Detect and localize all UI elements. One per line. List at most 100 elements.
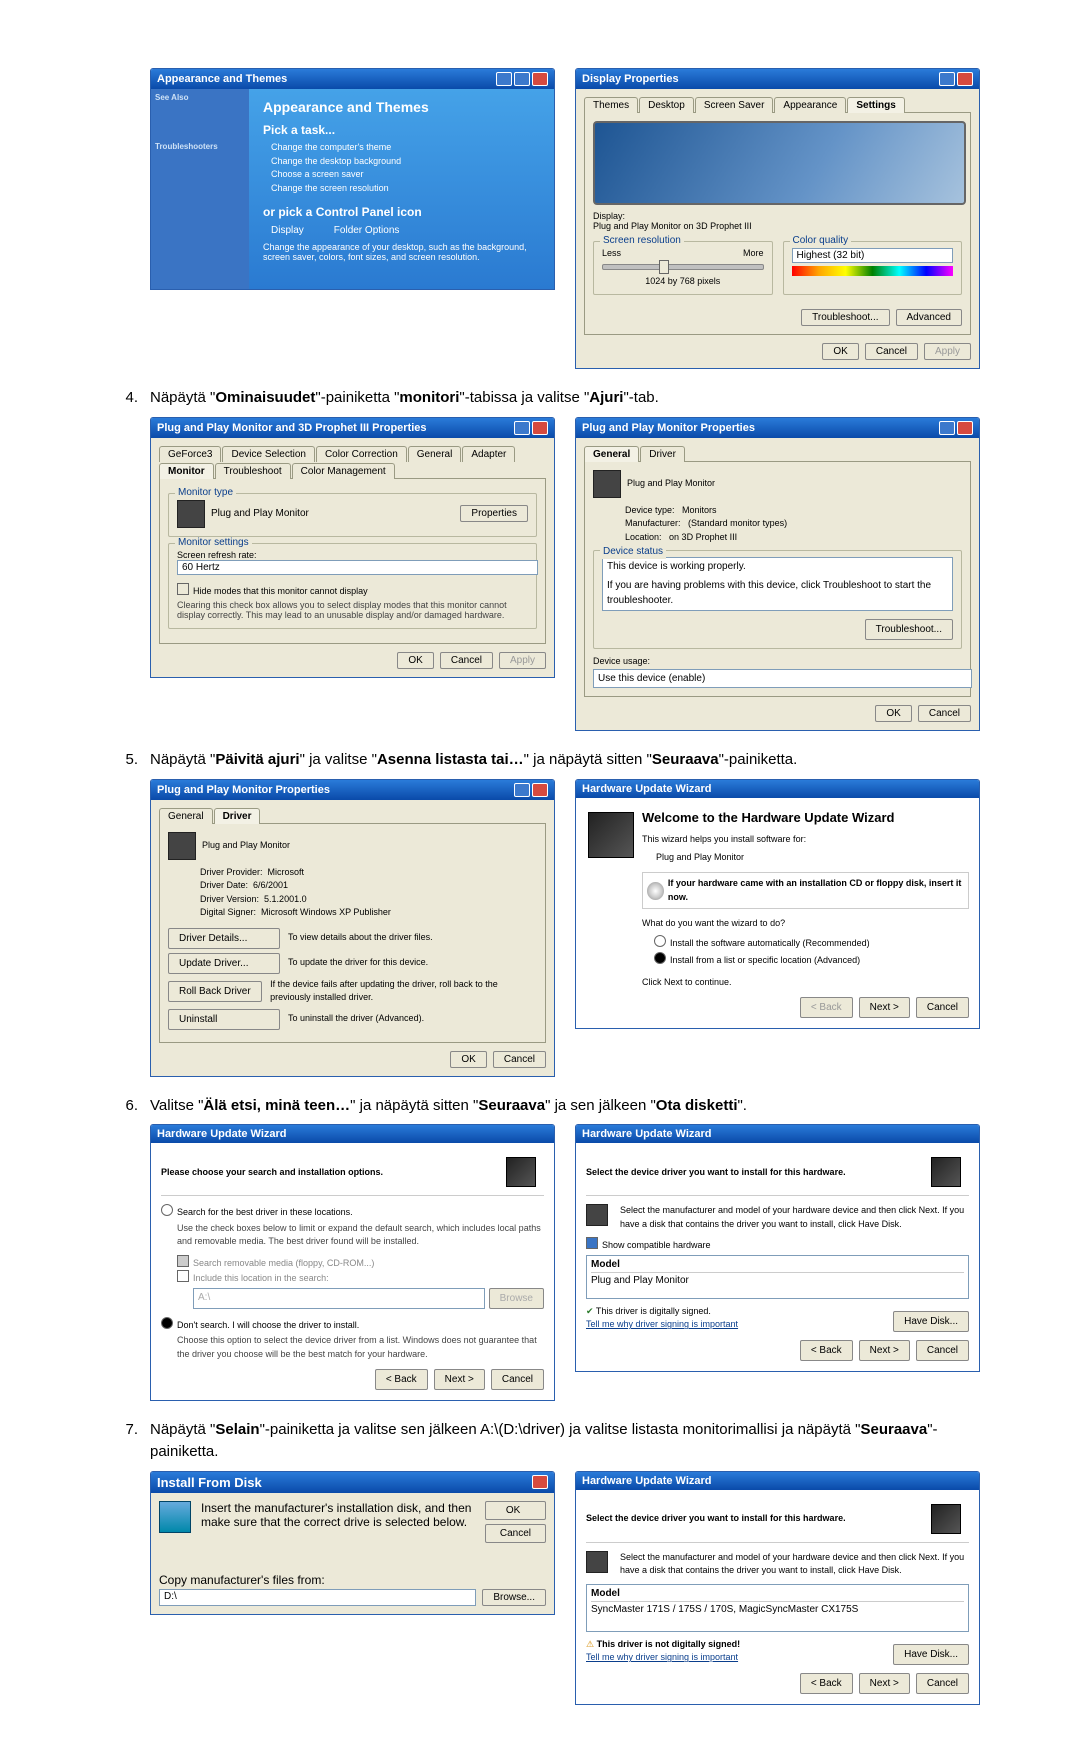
color-quality-select[interactable]: Highest (32 bit)	[792, 248, 954, 263]
why-link[interactable]: Tell me why driver signing is important	[586, 1652, 738, 1662]
browse-button[interactable]: Browse...	[482, 1589, 546, 1606]
back-button[interactable]: < Back	[375, 1369, 428, 1390]
column-header: Model	[591, 1257, 964, 1273]
troubleshoot-button[interactable]: Troubleshoot...	[865, 619, 953, 640]
label: Manufacturer:	[625, 518, 681, 528]
tab[interactable]: Color Correction	[316, 446, 407, 462]
cancel-button[interactable]: Cancel	[916, 997, 969, 1018]
apply-button[interactable]: Apply	[924, 343, 971, 360]
tab-themes[interactable]: Themes	[584, 97, 638, 113]
have-disk-button[interactable]: Have Disk...	[893, 1311, 969, 1332]
monitor-icon	[586, 1551, 608, 1573]
advanced-button[interactable]: Advanced	[896, 309, 962, 326]
radio-search[interactable]	[161, 1204, 173, 1216]
tab-driver[interactable]: Driver	[214, 808, 261, 824]
cd-icon	[647, 882, 664, 900]
column-header: Model	[591, 1586, 964, 1602]
refresh-select[interactable]: 60 Hertz	[177, 560, 538, 575]
troubleshoot-button[interactable]: Troubleshoot...	[801, 309, 889, 326]
tab[interactable]: General	[408, 446, 462, 462]
list-item[interactable]: SyncMaster 171S / 175S / 170S, MagicSync…	[591, 1602, 964, 1617]
path-select[interactable]: D:\	[159, 1589, 476, 1606]
tab[interactable]: Troubleshoot	[215, 463, 291, 479]
help-icon[interactable]	[939, 72, 955, 86]
tab[interactable]: Adapter	[462, 446, 515, 462]
driver-details-button[interactable]: Driver Details...	[168, 928, 280, 949]
display-icon[interactable]: Display	[271, 225, 304, 236]
close-icon[interactable]	[532, 421, 548, 435]
back-button[interactable]: < Back	[800, 1340, 853, 1361]
close-icon[interactable]	[957, 421, 973, 435]
check-label: Show compatible hardware	[602, 1240, 711, 1250]
usage-label: Device usage:	[593, 655, 962, 669]
cancel-button[interactable]: Cancel	[865, 343, 918, 360]
model-list[interactable]: Model SyncMaster 171S / 175S / 170S, Mag…	[586, 1584, 969, 1632]
show-compatible-checkbox[interactable]	[586, 1237, 598, 1249]
usage-select[interactable]: Use this device (enable)	[593, 669, 972, 688]
list-item[interactable]: Plug and Play Monitor	[591, 1273, 964, 1288]
tab-appearance[interactable]: Appearance	[774, 97, 846, 113]
label: Device type:	[625, 505, 675, 515]
cancel-button[interactable]: Cancel	[491, 1369, 544, 1390]
next-button[interactable]: Next >	[859, 1340, 910, 1361]
hide-modes-checkbox[interactable]	[177, 583, 189, 595]
properties-button[interactable]: Properties	[460, 505, 528, 522]
tab-monitor[interactable]: Monitor	[159, 463, 214, 479]
radio-auto[interactable]	[654, 935, 666, 947]
model-list[interactable]: Model Plug and Play Monitor	[586, 1255, 969, 1299]
have-disk-button[interactable]: Have Disk...	[893, 1644, 969, 1665]
radio-list[interactable]	[654, 952, 666, 964]
close-icon[interactable]	[532, 72, 548, 86]
apply-button[interactable]: Apply	[499, 652, 546, 669]
next-button[interactable]: Next >	[859, 1673, 910, 1694]
cancel-button[interactable]: Cancel	[918, 705, 971, 722]
tab[interactable]: GeForce3	[159, 446, 221, 462]
tab-general[interactable]: General	[159, 808, 213, 824]
task-link[interactable]: Change the desktop background	[271, 155, 540, 169]
why-link[interactable]: Tell me why driver signing is important	[586, 1319, 738, 1329]
next-button[interactable]: Next >	[859, 997, 910, 1018]
ok-button[interactable]: OK	[485, 1501, 546, 1520]
tab-settings[interactable]: Settings	[847, 97, 904, 113]
option: Search for the best driver in these loca…	[177, 1207, 353, 1217]
minimize-icon[interactable]	[496, 72, 512, 86]
tab-driver[interactable]: Driver	[640, 446, 685, 462]
radio-nosearch[interactable]	[161, 1317, 173, 1329]
cancel-button[interactable]: Cancel	[493, 1051, 546, 1068]
maximize-icon[interactable]	[514, 72, 530, 86]
wizard-heading: Welcome to the Hardware Update Wizard	[642, 808, 969, 828]
tab-desktop[interactable]: Desktop	[639, 97, 694, 113]
back-button[interactable]: < Back	[800, 997, 853, 1018]
tab[interactable]: Color Management	[292, 463, 395, 479]
cancel-button[interactable]: Cancel	[916, 1673, 969, 1694]
task-link[interactable]: Change the computer's theme	[271, 141, 540, 155]
close-icon[interactable]	[957, 72, 973, 86]
close-icon[interactable]	[532, 783, 548, 797]
tab[interactable]: Device Selection	[222, 446, 314, 462]
ok-button[interactable]: OK	[397, 652, 433, 669]
uninstall-button[interactable]: Uninstall	[168, 1009, 280, 1030]
help-icon[interactable]	[939, 421, 955, 435]
check-label: Include this location in the search:	[193, 1273, 329, 1283]
cancel-button[interactable]: Cancel	[916, 1340, 969, 1361]
resolution-slider[interactable]	[602, 264, 764, 270]
desc: To update the driver for this device.	[288, 956, 428, 970]
next-button[interactable]: Next >	[434, 1369, 485, 1390]
help-icon[interactable]	[514, 421, 530, 435]
back-button[interactable]: < Back	[800, 1673, 853, 1694]
task-link[interactable]: Change the screen resolution	[271, 182, 540, 196]
tab-general[interactable]: General	[584, 446, 639, 462]
help-icon[interactable]	[514, 783, 530, 797]
ok-button[interactable]: OK	[875, 705, 911, 722]
window-title: Install From Disk	[157, 1475, 262, 1490]
update-driver-button[interactable]: Update Driver...	[168, 953, 280, 974]
folder-options-icon[interactable]: Folder Options	[334, 225, 400, 236]
rollback-button[interactable]: Roll Back Driver	[168, 981, 262, 1002]
cancel-button[interactable]: Cancel	[485, 1524, 546, 1543]
close-icon[interactable]	[532, 1475, 548, 1489]
task-link[interactable]: Choose a screen saver	[271, 168, 540, 182]
ok-button[interactable]: OK	[822, 343, 858, 360]
ok-button[interactable]: OK	[450, 1051, 486, 1068]
cancel-button[interactable]: Cancel	[440, 652, 493, 669]
tab-screensaver[interactable]: Screen Saver	[695, 97, 774, 113]
